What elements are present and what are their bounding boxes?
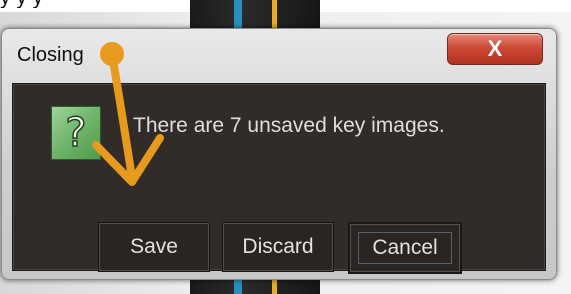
- save-button[interactable]: Save: [98, 222, 210, 272]
- discard-button[interactable]: Discard: [222, 222, 334, 272]
- dialog-body: ? There are 7 unsaved key images. Save D…: [12, 83, 546, 274]
- focus-ring: [358, 232, 452, 264]
- dialog-message: There are 7 unsaved key images.: [133, 114, 445, 137]
- question-mark-icon: ?: [51, 106, 101, 160]
- close-icon: X: [487, 36, 503, 61]
- dialog-title: Closing: [17, 44, 84, 66]
- close-button[interactable]: X: [447, 33, 543, 65]
- cancel-button[interactable]: Cancel: [348, 222, 462, 274]
- closing-dialog: Closing X ? There are 7 unsaved key imag…: [1, 28, 557, 280]
- dialog-titlebar[interactable]: Closing X: [2, 29, 556, 77]
